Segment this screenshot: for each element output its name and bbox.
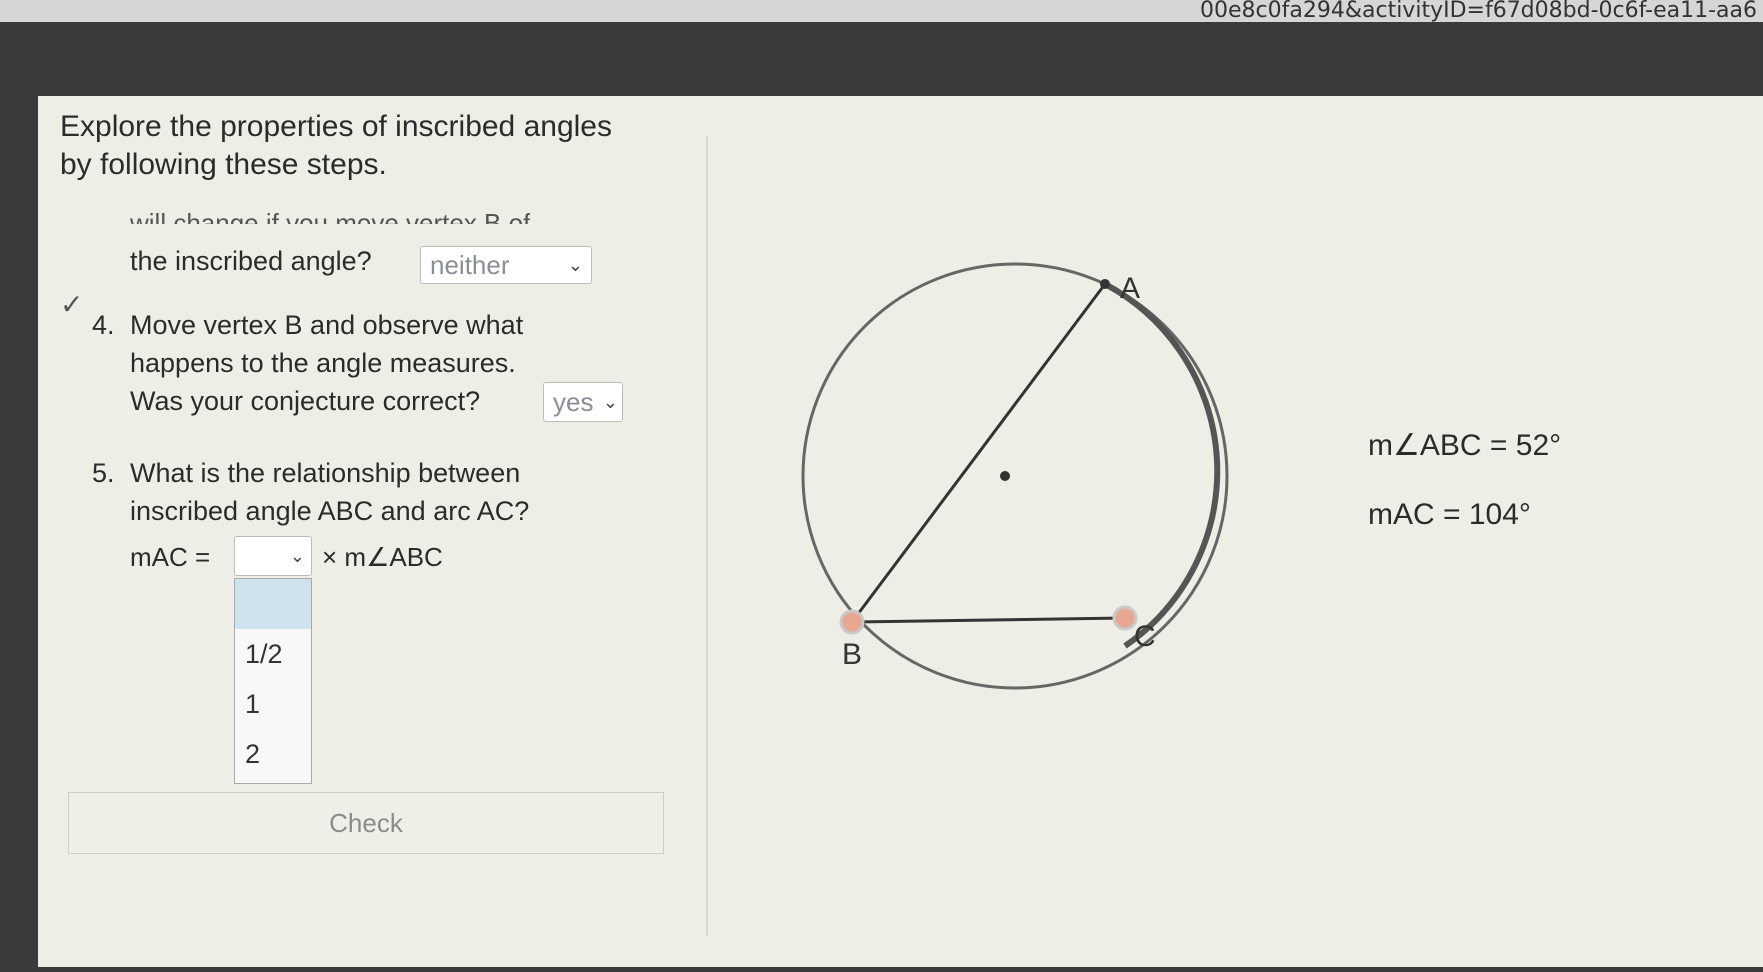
step4-select-value: yes	[553, 387, 594, 417]
center-point	[1000, 471, 1010, 481]
step3-select[interactable]: neither ⌄	[420, 246, 592, 284]
point-c-handle[interactable]	[1112, 605, 1138, 631]
chevron-down-icon: ⌄	[602, 392, 618, 412]
step4-select[interactable]: yes ⌄	[543, 382, 623, 422]
vertex-b-handle[interactable]	[839, 609, 865, 635]
url-text: 00e8c0fa294&activityID=f67d08bd-0c6f-ea1…	[1200, 0, 1757, 22]
chevron-down-icon: ⌄	[289, 546, 305, 566]
intro-line-1: Explore the properties of inscribed angl…	[60, 110, 612, 143]
point-a[interactable]	[1100, 279, 1110, 289]
chevron-down-icon: ⌄	[567, 255, 583, 275]
dropdown-highlight[interactable]	[235, 579, 311, 629]
check-mark-icon: ✓	[60, 289, 84, 320]
instructions-column: Explore the properties of inscribed angl…	[38, 96, 708, 967]
step5-select[interactable]: ⌄	[234, 536, 312, 576]
step3-question: the inscribed angle?	[130, 246, 372, 276]
step4-line-1: Move vertex B and observe what	[130, 310, 524, 340]
step5-dropdown-list: 1/2 1 2	[234, 578, 312, 784]
step3-select-value: neither	[430, 250, 510, 280]
step4-number: 4.	[92, 310, 115, 340]
label-b: B	[842, 638, 862, 671]
step5-line-1: What is the relationship between	[130, 458, 521, 488]
activity-panel: Explore the properties of inscribed angl…	[38, 96, 1763, 967]
address-bar[interactable]: 00e8c0fa294&activityID=f67d08bd-0c6f-ea1…	[0, 0, 1763, 22]
intro-text: Explore the properties of inscribed angl…	[60, 108, 612, 184]
step5-number: 5.	[92, 458, 115, 488]
dropdown-option-two[interactable]: 2	[235, 729, 311, 779]
label-a: A	[1120, 272, 1140, 305]
angle-measure: m∠ABC = 52°	[1368, 429, 1562, 462]
intro-line-2: by following these steps.	[60, 148, 387, 181]
step3-cut-text: will change if you move vertex B of	[130, 210, 530, 224]
dropdown-option-one[interactable]: 1	[235, 679, 311, 729]
segment-ba	[850, 283, 1107, 623]
arc-ac	[1103, 281, 1221, 649]
step4-question: Was your conjecture correct?	[130, 386, 481, 416]
dropdown-option-half[interactable]: 1/2	[235, 629, 311, 679]
check-button[interactable]: Check	[68, 792, 664, 854]
formula-left: mAC =	[130, 542, 211, 572]
circle-diagram: A B C	[801, 262, 1229, 690]
segment-bc	[851, 616, 1126, 624]
formula-right: × m∠ABC	[322, 542, 443, 572]
step5-line-2: inscribed angle ABC and arc AC?	[130, 496, 530, 526]
label-c: C	[1134, 620, 1156, 653]
step4-line-2: happens to the angle measures.	[130, 348, 516, 378]
arc-measure: mAC = 104°	[1368, 498, 1531, 531]
diagram-area: A B C m∠ABC = 52° mAC = 104°	[708, 96, 1763, 967]
